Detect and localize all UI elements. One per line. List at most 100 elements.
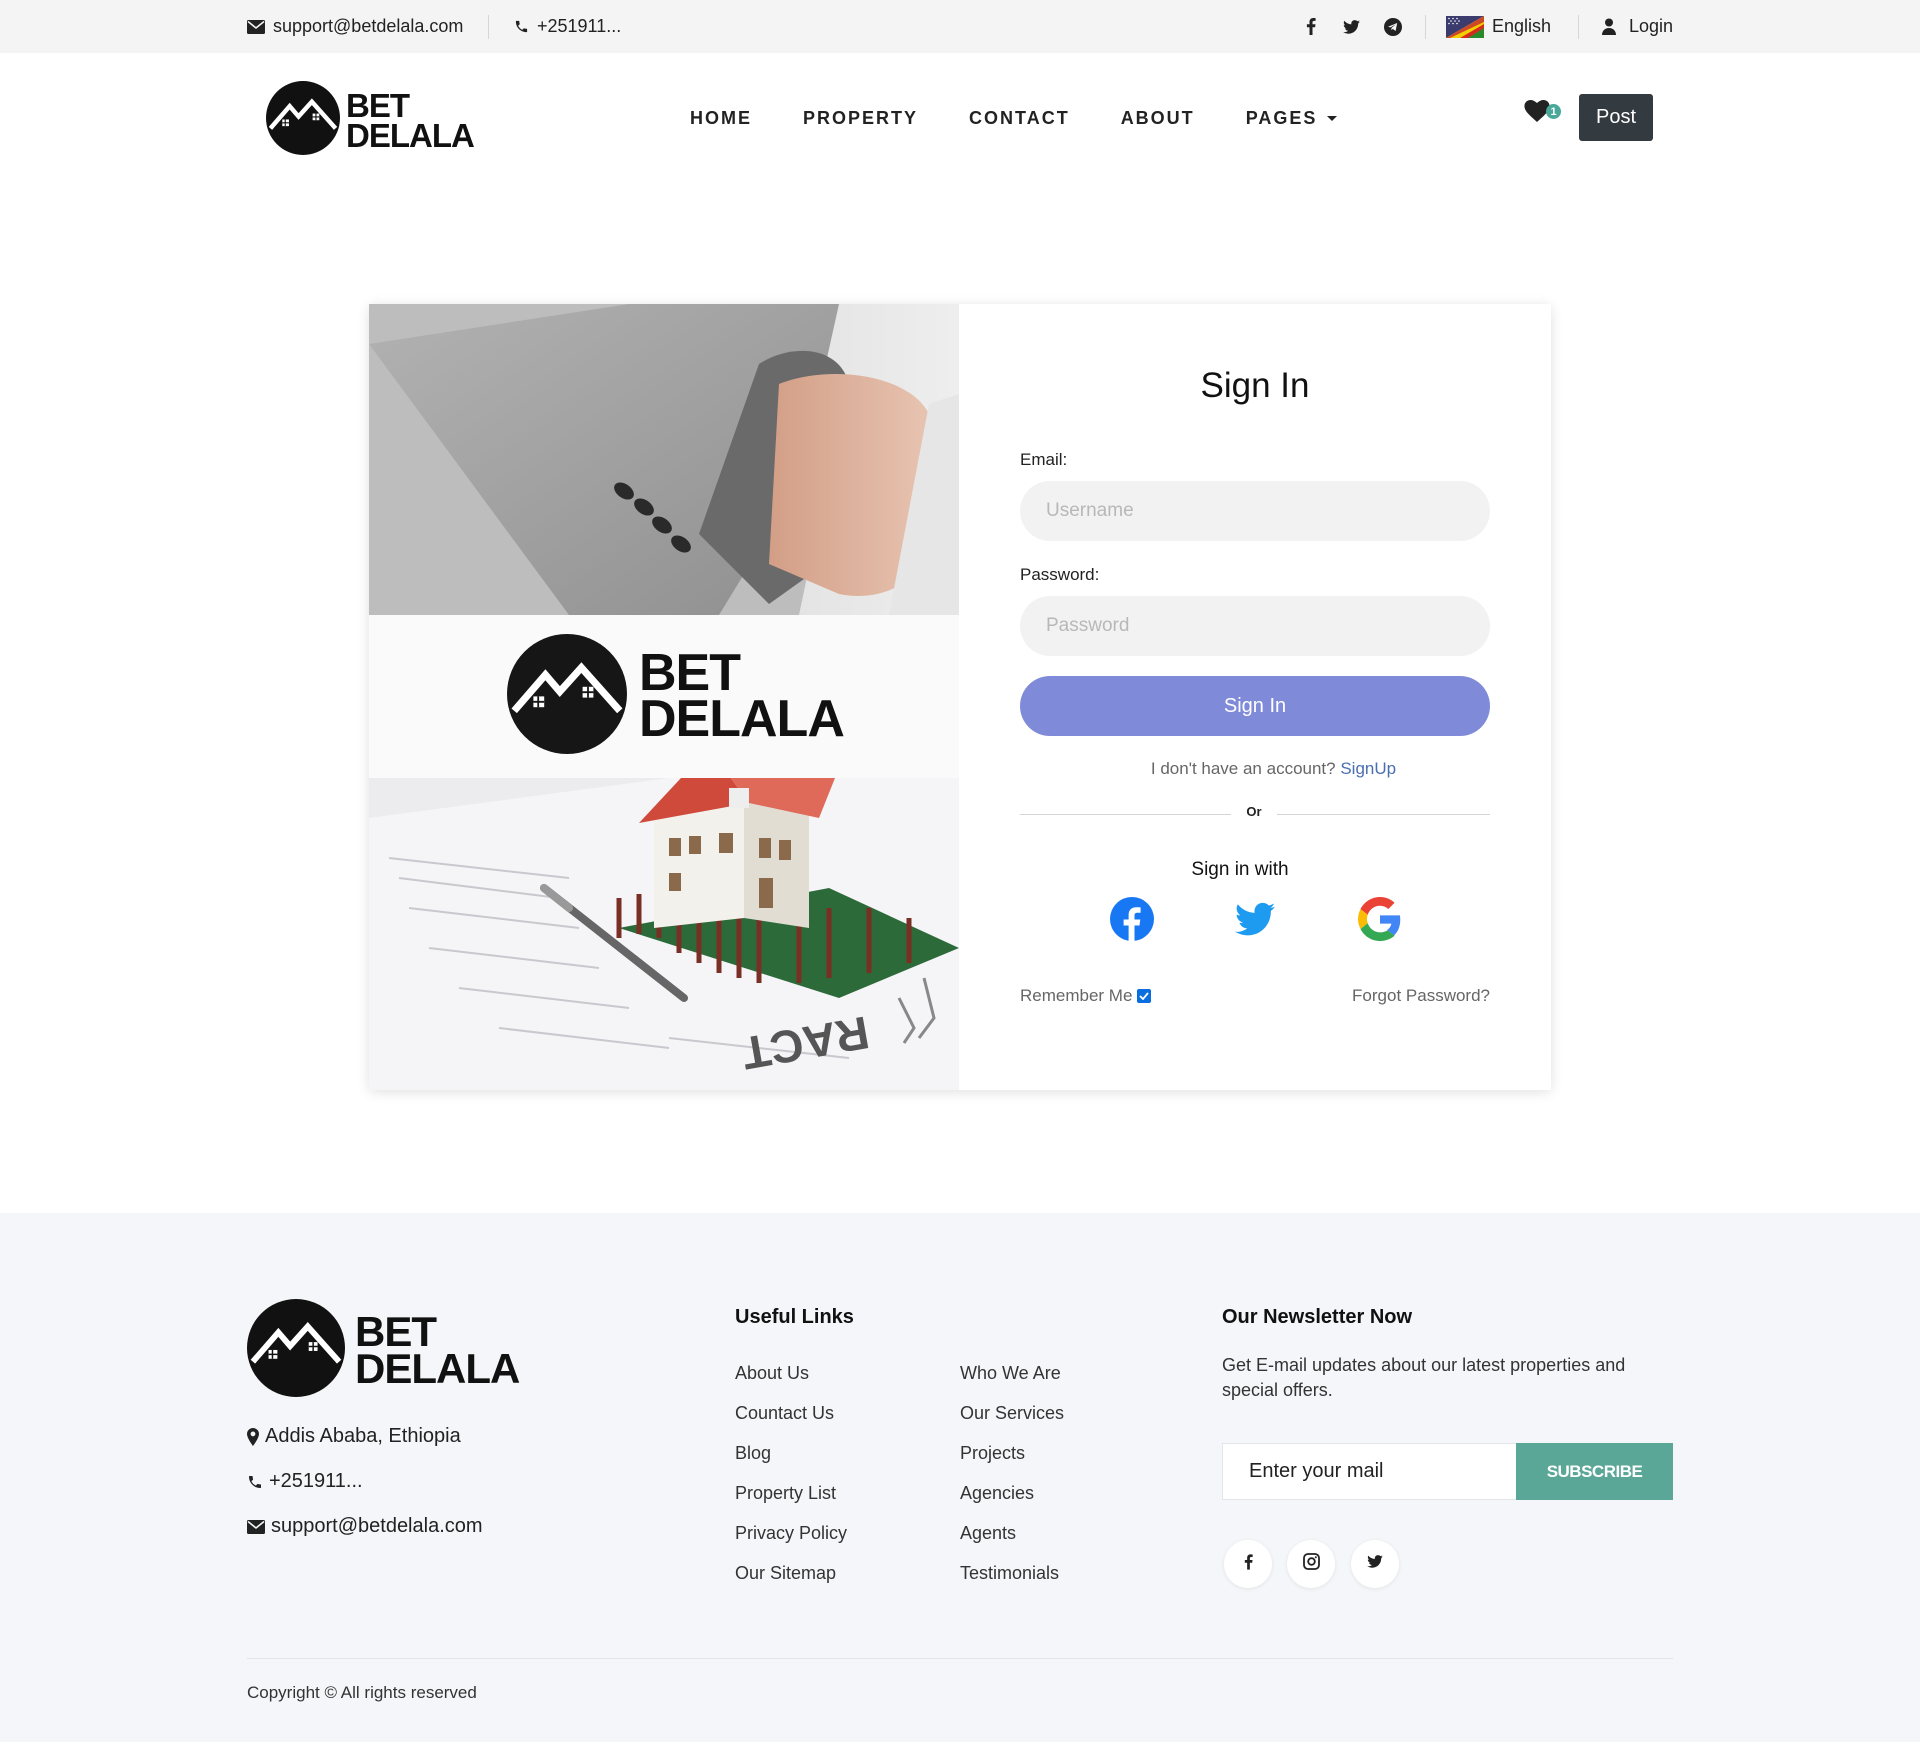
site-footer: BET DELALA Addis Ababa, Ethiopia +251911… — [0, 1213, 1920, 1742]
footer-link[interactable]: Testimonials — [960, 1563, 1059, 1584]
facebook-icon — [1244, 1553, 1253, 1575]
footer-instagram-link[interactable] — [1287, 1540, 1335, 1588]
logo-icon — [247, 1299, 345, 1402]
password-field[interactable] — [1020, 596, 1490, 656]
footer-link[interactable]: Property List — [735, 1483, 836, 1504]
phone-icon — [514, 19, 529, 34]
topbar-phone-text: +251911... — [537, 16, 622, 36]
instagram-icon — [1302, 1553, 1320, 1575]
brand-line-2: DELALA — [639, 689, 845, 748]
brand-line-2: DELALA — [355, 1344, 520, 1392]
nav-contact[interactable]: CONTACT — [969, 108, 1070, 129]
brand-name: BET DELALA — [346, 89, 475, 154]
nav-menu: HOME PROPERTY CONTACT ABOUT PAGES — [690, 53, 1388, 183]
envelope-icon — [247, 19, 265, 34]
email-label: Email: — [1020, 450, 1068, 469]
handshake-photo — [369, 304, 959, 615]
signin-title: Sign In — [1200, 366, 1310, 405]
main-navbar: BET DELALA HOME PROPERTY CONTACT ABOUT P… — [0, 53, 1920, 183]
top-bar: support@betdelala.com +251911... English… — [0, 0, 1920, 53]
brand-line-2: DELALA — [346, 116, 475, 154]
footer-divider — [247, 1658, 1673, 1659]
or-divider: Or — [1020, 804, 1490, 824]
facebook-login-button[interactable] — [1110, 897, 1154, 946]
nav-pages-dropdown[interactable]: PAGES — [1246, 108, 1338, 129]
twitter-logo-icon — [1235, 902, 1275, 945]
footer-link[interactable]: Agents — [960, 1523, 1016, 1544]
footer-link[interactable]: Our Services — [960, 1403, 1064, 1424]
login-label: Login — [1629, 16, 1674, 36]
footer-phone-text: +251911... — [269, 1470, 363, 1492]
divider — [1578, 15, 1579, 39]
footer-link[interactable]: Projects — [960, 1443, 1025, 1464]
footer-phone[interactable]: +251911... — [247, 1470, 363, 1493]
footer-link[interactable]: Privacy Policy — [735, 1523, 847, 1544]
no-account-text: I don't have an account? — [1150, 759, 1336, 778]
footer-facebook-link[interactable] — [1224, 1540, 1272, 1588]
google-login-button[interactable] — [1358, 897, 1402, 946]
signin-hero-image: BET DELALA RACT — [369, 304, 959, 1090]
email-field[interactable] — [1020, 481, 1490, 541]
hero-brand-name: BET DELALA — [639, 647, 845, 748]
signup-prompt: I don't have an account? SignUp — [1020, 759, 1527, 779]
subscribe-button[interactable]: SUBSCRIBE — [1516, 1443, 1673, 1500]
nav-property[interactable]: PROPERTY — [803, 108, 918, 129]
remember-me-checkbox[interactable] — [1137, 989, 1152, 1003]
topbar-phone[interactable]: +251911... — [514, 0, 621, 53]
nav-about[interactable]: ABOUT — [1121, 108, 1195, 129]
favorites-button[interactable]: 1 — [1524, 100, 1561, 127]
login-link[interactable]: Login — [1602, 0, 1673, 53]
footer-link[interactable]: Who We Are — [960, 1363, 1061, 1384]
google-logo-icon — [1358, 897, 1402, 945]
envelope-icon — [247, 1519, 265, 1534]
sign-in-with-label: Sign in with — [1191, 859, 1289, 880]
logo-icon — [266, 81, 340, 160]
divider — [1425, 15, 1426, 39]
forgot-password-link[interactable]: Forgot Password? — [1352, 986, 1490, 1006]
footer-link[interactable]: Countact Us — [735, 1403, 834, 1424]
newsletter-email-input[interactable] — [1222, 1443, 1517, 1500]
footer-email-text: support@betdelala.com — [271, 1515, 483, 1537]
signin-button[interactable]: Sign In — [1020, 676, 1490, 736]
footer-link[interactable]: About Us — [735, 1363, 809, 1384]
footer-brand-name: BET DELALA — [355, 1310, 520, 1392]
nav-label: ABOUT — [1120, 107, 1195, 128]
language-selector[interactable]: English — [1446, 0, 1551, 53]
password-label: Password: — [1020, 565, 1100, 584]
signin-card: BET DELALA RACT Sign In Email: Username … — [369, 304, 1551, 1090]
facebook-link[interactable] — [1306, 0, 1316, 53]
nav-home[interactable]: HOME — [690, 108, 752, 129]
footer-address: Addis Ababa, Ethiopia — [247, 1425, 461, 1448]
house-model-photo: RACT — [369, 778, 959, 1090]
footer-twitter-link[interactable] — [1351, 1540, 1399, 1588]
telegram-link[interactable] — [1384, 0, 1402, 53]
nav-label: HOME — [690, 107, 752, 128]
language-label: English — [1492, 16, 1552, 36]
footer-address-text: Addis Ababa, Ethiopia — [265, 1425, 461, 1447]
favorites-count-badge: 1 — [1546, 104, 1561, 119]
divider — [488, 15, 489, 39]
footer-link[interactable]: Agencies — [960, 1483, 1034, 1504]
or-text: Or — [1246, 804, 1262, 819]
footer-email[interactable]: support@betdelala.com — [247, 1515, 483, 1538]
footer-link[interactable]: Blog — [735, 1443, 771, 1464]
copyright-text: Copyright © All rights reserved — [247, 1683, 477, 1702]
topbar-email-text: support@betdelala.com — [273, 16, 464, 36]
phone-icon — [247, 1474, 263, 1490]
topbar-email[interactable]: support@betdelala.com — [247, 0, 463, 53]
remember-me: Remember Me — [1020, 986, 1152, 1006]
brand-logo[interactable]: BET DELALA — [266, 81, 475, 160]
newsletter-description: Get E-mail updates about our latest prop… — [1222, 1355, 1626, 1400]
divider-line — [1277, 814, 1490, 815]
hero-brand-logo: BET DELALA — [507, 634, 845, 759]
signup-link[interactable]: SignUp — [1340, 759, 1396, 778]
twitter-link[interactable] — [1343, 0, 1360, 53]
footer-brand-logo[interactable]: BET DELALA — [247, 1299, 520, 1402]
twitter-icon — [1343, 19, 1360, 34]
footer-link[interactable]: Our Sitemap — [735, 1563, 836, 1584]
flag-icon — [1446, 15, 1484, 38]
twitter-login-button[interactable] — [1235, 897, 1275, 946]
facebook-icon — [1306, 18, 1316, 35]
post-button[interactable]: Post — [1579, 94, 1653, 141]
caret-down-icon — [1327, 115, 1338, 121]
